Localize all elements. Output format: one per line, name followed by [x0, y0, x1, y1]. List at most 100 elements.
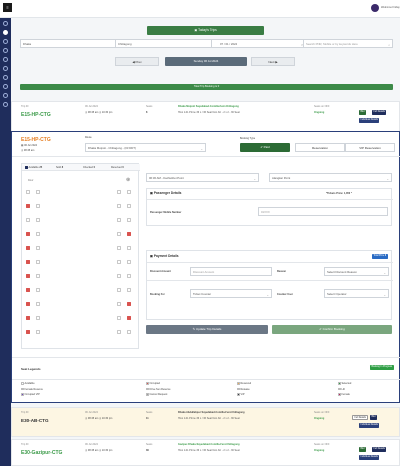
individual-details-button[interactable]: Individual Details [359, 423, 380, 428]
sidebar-counters-icon[interactable] [3, 66, 8, 71]
book-button[interactable]: Bkd [359, 447, 366, 452]
individual-details-button[interactable]: Individual Details [359, 118, 380, 123]
booking-type-paid[interactable]: ✔ Paid [240, 143, 290, 152]
seat[interactable] [26, 190, 30, 194]
seat[interactable] [36, 274, 40, 278]
trip-code[interactable]: E15-HP-CTG [21, 112, 51, 118]
todays-trips-button[interactable]: ▣ Today's Trips [147, 26, 264, 35]
discount-input[interactable]: Discount Amount [190, 267, 272, 276]
dropping-point-select[interactable]: Alangkar Point ⌄ [269, 173, 392, 182]
seats-value: 11 [146, 417, 149, 420]
full-details-button[interactable]: Full Details [372, 110, 387, 115]
seat[interactable] [117, 316, 121, 320]
seat[interactable] [117, 218, 121, 222]
sidebar-finance-icon[interactable] [3, 93, 8, 98]
seat[interactable] [127, 260, 131, 264]
booking-progress-button[interactable]: Booking In Progress [370, 365, 394, 370]
trip-code[interactable]: E30-Gazipur-CTG [21, 450, 62, 456]
sidebar-buses-icon[interactable] [3, 57, 8, 62]
booking-type-vip[interactable]: VIP Reservation [345, 143, 395, 152]
sidebar-settings-icon[interactable] [3, 102, 8, 107]
seat[interactable] [117, 190, 121, 194]
seat[interactable] [36, 190, 40, 194]
seat[interactable] [127, 302, 131, 306]
seat[interactable] [36, 246, 40, 250]
seat[interactable] [36, 232, 40, 236]
trip-card[interactable]: Trip ID E30-Gazipur-CTG 06 Jul 2024 ◷ 08… [11, 439, 400, 466]
seat[interactable] [127, 232, 131, 236]
user-avatar[interactable] [371, 4, 379, 12]
seat[interactable] [26, 330, 30, 334]
date-field[interactable]: 07 / 01 / 2024▭ [211, 39, 307, 48]
individual-details-button[interactable]: Individual Details [359, 455, 380, 460]
seat[interactable] [117, 246, 121, 250]
full-details-button[interactable]: Full Details [372, 447, 387, 452]
legend-label: Release [240, 387, 250, 391]
seat[interactable] [117, 330, 121, 334]
seat[interactable] [127, 330, 131, 334]
seat[interactable] [36, 302, 40, 306]
trip-card[interactable]: Trip ID E30-AB-CTG 06 Jul 2024 ◷ 08:45 a… [11, 407, 400, 437]
seat[interactable] [36, 330, 40, 334]
seats-value: 36 [146, 449, 149, 452]
seat[interactable] [117, 260, 121, 264]
counter-user-select[interactable]: Select Operator ⌄ [324, 289, 389, 298]
seat[interactable] [26, 288, 30, 292]
seat[interactable] [36, 260, 40, 264]
next-day-button[interactable]: Next ▶ [251, 57, 295, 66]
seat[interactable] [26, 204, 30, 208]
reason-select[interactable]: Select Discount Reason ⌄ [324, 267, 389, 276]
seat[interactable] [26, 218, 30, 222]
seat[interactable] [127, 204, 131, 208]
legend-item: Reserved [237, 382, 251, 385]
from-select[interactable]: Dhaka⌄ [20, 39, 120, 48]
seat[interactable] [127, 190, 131, 194]
sidebar-reports-icon[interactable] [3, 84, 8, 89]
app-logo[interactable]: ≡ [3, 3, 12, 12]
seat[interactable] [117, 204, 121, 208]
seat[interactable] [36, 204, 40, 208]
update-trip-button[interactable]: ✎ Update Trip Details [146, 325, 268, 334]
trip-id-label: Trip ID [21, 443, 29, 446]
seat[interactable] [127, 218, 131, 222]
seat[interactable] [26, 260, 30, 264]
legend-label: Drive Sun Reserve [149, 387, 171, 391]
counter-user-label: Counter User [277, 293, 293, 296]
trip-code[interactable]: E30-AB-CTG [21, 418, 49, 423]
seat[interactable] [117, 302, 121, 306]
trip-card[interactable]: Trip ID E15-HP-CTG 06 Jul 2024 ◷ 08:45 a… [11, 101, 400, 132]
to-select[interactable]: Chittagong⌄ [115, 39, 216, 48]
seat[interactable] [36, 316, 40, 320]
seat[interactable] [26, 232, 30, 236]
booking-for-select[interactable]: Ticket Counter ⌄ [190, 289, 272, 298]
sidebar-home-icon[interactable] [3, 21, 8, 26]
seat[interactable] [117, 274, 121, 278]
prev-day-button[interactable]: ◀ Prev [115, 57, 159, 66]
boarding-point-select[interactable]: 06:30 AM - Kachukhet Point ⌄ [146, 173, 259, 182]
book-button[interactable]: Bkd [359, 110, 366, 115]
seat[interactable] [36, 218, 40, 222]
seat[interactable] [26, 302, 30, 306]
sidebar-trips-icon[interactable] [3, 30, 8, 35]
seat[interactable] [127, 246, 131, 250]
booking-type-reservation[interactable]: Reservation [295, 143, 345, 152]
seat[interactable] [26, 246, 30, 250]
book-button[interactable]: Bkd [370, 415, 377, 420]
seat[interactable] [127, 274, 131, 278]
seat[interactable] [127, 316, 131, 320]
route-select[interactable]: Dhaka Moipoti - Chittagong - (03 DDT) ⌄ [85, 143, 206, 152]
search-input[interactable]: Search PNR, Mobile or by keywords Here ⌕ [303, 39, 393, 48]
seat[interactable] [36, 288, 40, 292]
confirm-booking-button[interactable]: ✔ Confirm Booking [272, 325, 392, 334]
payment-details-title: ▣ Payment Details [150, 254, 179, 258]
seat[interactable] [26, 274, 30, 278]
full-details-button[interactable]: Full Details [352, 415, 369, 420]
sidebar-routes-icon[interactable] [3, 48, 8, 53]
mobile-input[interactable]: 01XXX [258, 207, 388, 216]
seat[interactable] [26, 316, 30, 320]
sidebar-users-icon[interactable] [3, 75, 8, 80]
seat[interactable] [127, 288, 131, 292]
seat[interactable] [117, 288, 121, 292]
sidebar-bookings-icon[interactable] [3, 39, 8, 44]
seat[interactable] [117, 232, 121, 236]
